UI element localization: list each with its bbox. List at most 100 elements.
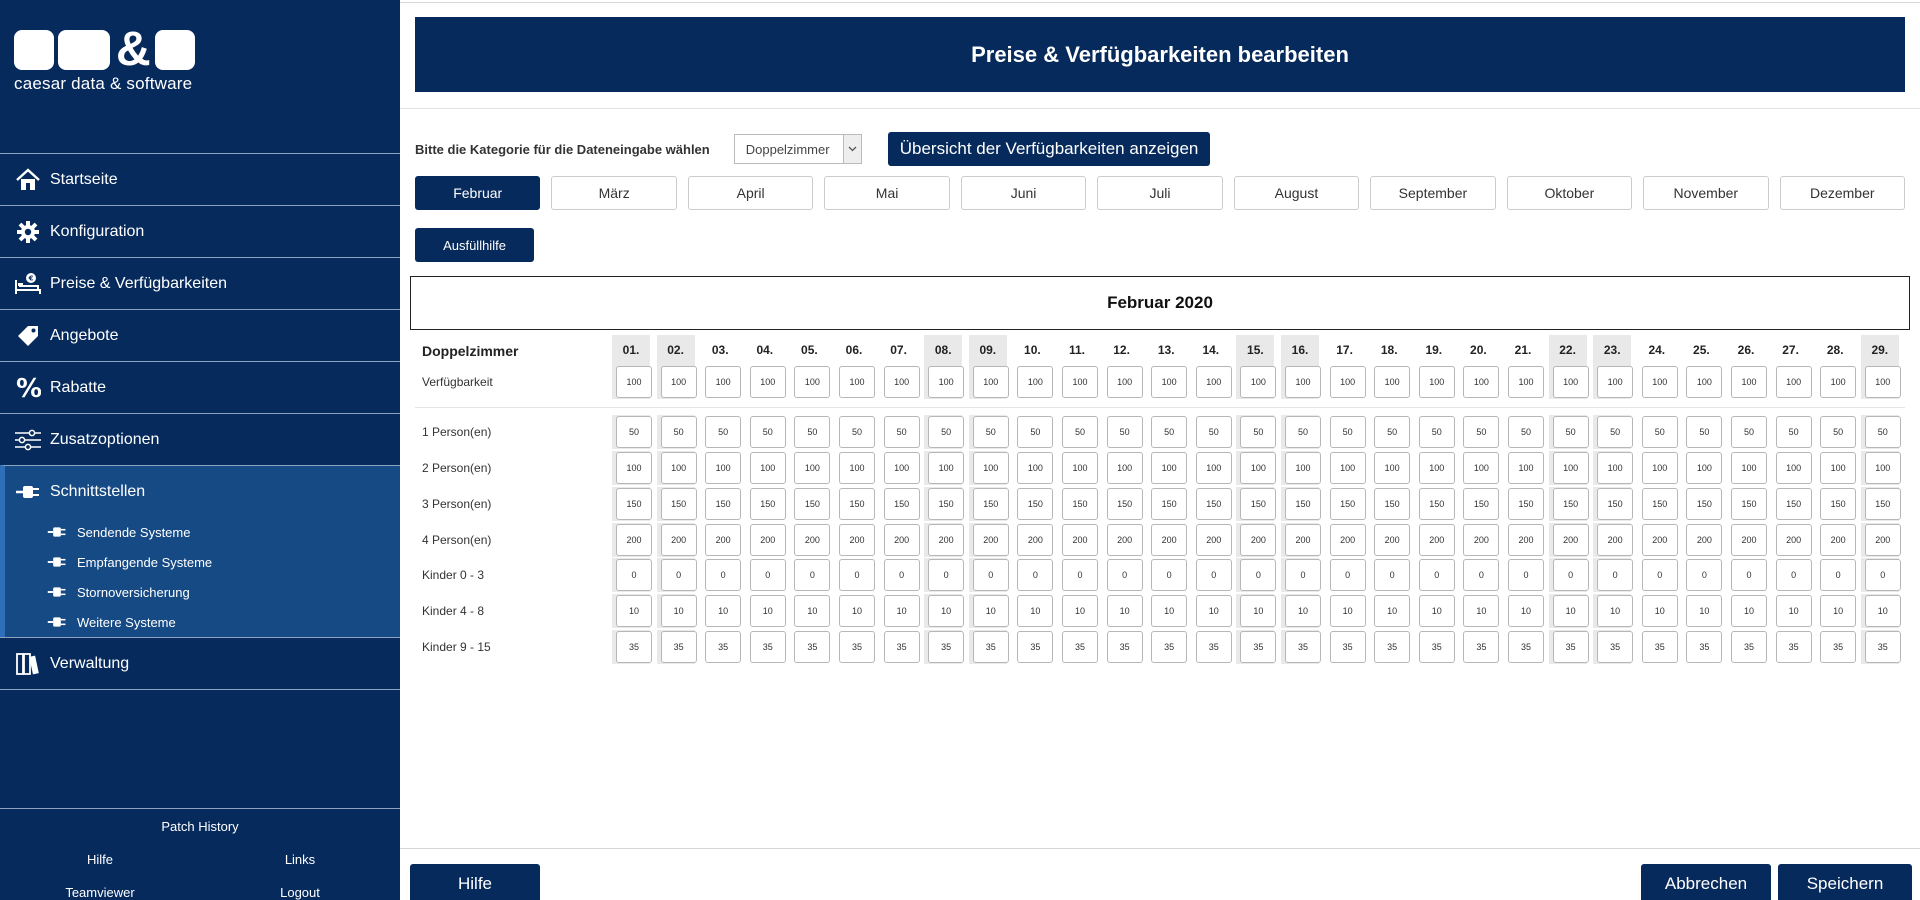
price-row-kinder-9-15-input[interactable]: 35 (928, 631, 965, 663)
price-row-kinder-4-8-input[interactable]: 10 (1151, 595, 1188, 627)
price-row-kinder-9-15-input[interactable]: 35 (1864, 631, 1901, 663)
price-row-kinder-9-15-input[interactable]: 35 (839, 631, 875, 663)
price-row-3-person-en-input[interactable]: 150 (705, 488, 742, 520)
price-row-kinder-9-15-input[interactable]: 35 (1508, 631, 1544, 663)
tab-month-november[interactable]: November (1643, 176, 1769, 210)
price-row-1-person-en-input[interactable]: 50 (1418, 416, 1455, 448)
price-row-kinder-9-15-input[interactable]: 35 (705, 631, 742, 663)
price-row-3-person-en-input[interactable]: 150 (1017, 488, 1054, 520)
price-row-kinder-4-8-input[interactable]: 10 (660, 595, 697, 627)
price-row-kinder-0-3-input[interactable]: 0 (1864, 559, 1901, 591)
patch-history-link[interactable]: Patch History (0, 819, 400, 834)
sidebar-item-konfiguration[interactable]: Konfiguration (0, 205, 400, 257)
price-row-kinder-9-15-input[interactable]: 35 (749, 631, 786, 663)
price-row-2-person-en-input[interactable]: 100 (883, 452, 920, 484)
availability-overview-button[interactable]: Übersicht der Verfügbarkeiten anzeigen (887, 132, 1211, 166)
price-row-4-person-en-input[interactable]: 200 (839, 524, 875, 556)
price-row-kinder-0-3-input[interactable]: 0 (1017, 559, 1054, 591)
availability-input[interactable]: 100 (1864, 366, 1901, 398)
price-row-2-person-en-input[interactable]: 100 (1775, 452, 1812, 484)
price-row-1-person-en-input[interactable]: 50 (749, 416, 786, 448)
price-row-1-person-en-input[interactable]: 50 (1240, 416, 1277, 448)
price-row-1-person-en-input[interactable]: 50 (1374, 416, 1411, 448)
price-row-3-person-en-input[interactable]: 150 (1329, 488, 1366, 520)
price-row-kinder-0-3-input[interactable]: 0 (1820, 559, 1857, 591)
sidebar-item-verwaltung[interactable]: Verwaltung (0, 637, 400, 689)
tab-month-maerz[interactable]: März (551, 176, 677, 210)
price-row-kinder-4-8-input[interactable]: 10 (1418, 595, 1455, 627)
price-row-1-person-en-input[interactable]: 50 (839, 416, 875, 448)
availability-input[interactable]: 100 (794, 366, 831, 398)
price-row-4-person-en-input[interactable]: 200 (1463, 524, 1500, 556)
tab-month-mai[interactable]: Mai (824, 176, 950, 210)
price-row-1-person-en-input[interactable]: 50 (1686, 416, 1723, 448)
price-row-kinder-4-8-input[interactable]: 10 (1508, 595, 1544, 627)
availability-input[interactable]: 100 (1062, 366, 1098, 398)
price-row-4-person-en-input[interactable]: 200 (749, 524, 786, 556)
price-row-kinder-0-3-input[interactable]: 0 (1285, 559, 1321, 591)
availability-input[interactable]: 100 (1240, 366, 1277, 398)
price-row-kinder-9-15-input[interactable]: 35 (1062, 631, 1098, 663)
sidebar-subitem-weitere-systeme[interactable]: Weitere Systeme (5, 607, 400, 637)
price-row-3-person-en-input[interactable]: 150 (1285, 488, 1321, 520)
price-row-kinder-0-3-input[interactable]: 0 (1374, 559, 1411, 591)
price-row-3-person-en-input[interactable]: 150 (794, 488, 831, 520)
price-row-1-person-en-input[interactable]: 50 (794, 416, 831, 448)
price-row-2-person-en-input[interactable]: 100 (839, 452, 875, 484)
price-row-kinder-0-3-input[interactable]: 0 (1106, 559, 1143, 591)
price-row-kinder-4-8-input[interactable]: 10 (1641, 595, 1678, 627)
price-row-3-person-en-input[interactable]: 150 (660, 488, 697, 520)
price-row-kinder-9-15-input[interactable]: 35 (1463, 631, 1500, 663)
price-row-2-person-en-input[interactable]: 100 (1151, 452, 1188, 484)
price-row-2-person-en-input[interactable]: 100 (972, 452, 1009, 484)
help-link[interactable]: Hilfe (0, 852, 200, 867)
availability-input[interactable]: 100 (972, 366, 1009, 398)
availability-input[interactable]: 100 (1017, 366, 1054, 398)
price-row-3-person-en-input[interactable]: 150 (1731, 488, 1767, 520)
category-select[interactable]: Doppelzimmer (733, 134, 862, 164)
availability-input[interactable]: 100 (1285, 366, 1321, 398)
price-row-3-person-en-input[interactable]: 150 (749, 488, 786, 520)
price-row-kinder-9-15-input[interactable]: 35 (1597, 631, 1634, 663)
price-row-4-person-en-input[interactable]: 200 (1641, 524, 1678, 556)
price-row-1-person-en-input[interactable]: 50 (1062, 416, 1098, 448)
price-row-kinder-4-8-input[interactable]: 10 (1374, 595, 1411, 627)
price-row-kinder-9-15-input[interactable]: 35 (1106, 631, 1143, 663)
price-row-3-person-en-input[interactable]: 150 (972, 488, 1009, 520)
price-row-3-person-en-input[interactable]: 150 (1463, 488, 1500, 520)
price-row-kinder-9-15-input[interactable]: 35 (794, 631, 831, 663)
tab-month-februar[interactable]: Februar (415, 176, 541, 210)
cancel-button[interactable]: Abbrechen (1641, 864, 1771, 900)
price-row-2-person-en-input[interactable]: 100 (1106, 452, 1143, 484)
price-row-4-person-en-input[interactable]: 200 (660, 524, 697, 556)
price-row-kinder-0-3-input[interactable]: 0 (749, 559, 786, 591)
price-row-kinder-9-15-input[interactable]: 35 (1775, 631, 1812, 663)
fill-helper-button[interactable]: Ausfüllhilfe (415, 228, 534, 262)
price-row-kinder-9-15-input[interactable]: 35 (1240, 631, 1277, 663)
availability-input[interactable]: 100 (839, 366, 875, 398)
availability-input[interactable]: 100 (616, 366, 652, 398)
price-row-4-person-en-input[interactable]: 200 (1106, 524, 1143, 556)
price-row-kinder-9-15-input[interactable]: 35 (1151, 631, 1188, 663)
price-row-2-person-en-input[interactable]: 100 (1062, 452, 1098, 484)
price-row-kinder-0-3-input[interactable]: 0 (1552, 559, 1589, 591)
availability-input[interactable]: 100 (1374, 366, 1411, 398)
price-row-4-person-en-input[interactable]: 200 (1820, 524, 1857, 556)
price-row-2-person-en-input[interactable]: 100 (1552, 452, 1589, 484)
price-row-kinder-4-8-input[interactable]: 10 (1106, 595, 1143, 627)
price-row-1-person-en-input[interactable]: 50 (1775, 416, 1812, 448)
price-row-1-person-en-input[interactable]: 50 (1552, 416, 1589, 448)
price-row-kinder-9-15-input[interactable]: 35 (616, 631, 652, 663)
price-row-3-person-en-input[interactable]: 150 (1240, 488, 1277, 520)
price-row-2-person-en-input[interactable]: 100 (1820, 452, 1857, 484)
price-row-3-person-en-input[interactable]: 150 (1418, 488, 1455, 520)
price-row-4-person-en-input[interactable]: 200 (1017, 524, 1054, 556)
price-row-kinder-4-8-input[interactable]: 10 (1597, 595, 1634, 627)
price-row-4-person-en-input[interactable]: 200 (883, 524, 920, 556)
price-row-kinder-4-8-input[interactable]: 10 (794, 595, 831, 627)
sidebar-item-zusatzoptionen[interactable]: Zusatzoptionen (0, 413, 400, 465)
price-row-3-person-en-input[interactable]: 150 (1552, 488, 1589, 520)
tab-month-oktober[interactable]: Oktober (1506, 176, 1633, 210)
availability-input[interactable]: 100 (1195, 366, 1232, 398)
teamviewer-link[interactable]: Teamviewer (0, 885, 200, 900)
